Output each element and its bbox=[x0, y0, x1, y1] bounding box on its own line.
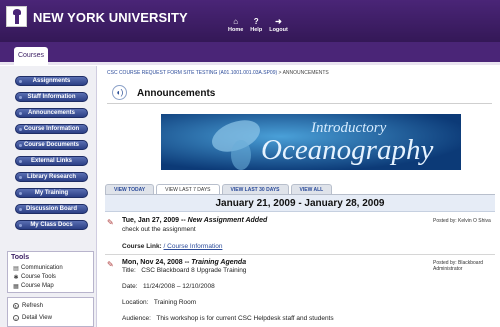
agenda-title-label: Title: bbox=[122, 267, 136, 274]
sea-creature-tail-graphic bbox=[231, 140, 251, 170]
tool-course-map[interactable]: ▦ Course Map bbox=[13, 283, 54, 290]
agenda-title-row: Title: CSC Blackboard 8 Upgrade Training bbox=[122, 267, 246, 274]
refresh-label: Refresh bbox=[22, 303, 44, 309]
tools-panel: Tools ▤ Communication ✱ Course Tools ▦ C… bbox=[7, 251, 94, 293]
announcement-title: New Assignment Added bbox=[187, 217, 268, 224]
announcement-item: ✎ Tue, Jan 27, 2009 -- New Assignment Ad… bbox=[105, 217, 495, 257]
tools-title: Tools bbox=[11, 254, 30, 261]
tool-course-tools[interactable]: ✱ Course Tools bbox=[13, 274, 56, 281]
home-label: Home bbox=[228, 27, 244, 33]
torch-icon bbox=[15, 10, 19, 24]
page-title-row: ◖) Announcements bbox=[107, 82, 492, 104]
agenda-date-label: Date: bbox=[122, 283, 138, 290]
agenda-audience-row: Audience: This workshop is for current C… bbox=[122, 315, 334, 322]
posted-by-line-2: Administrator bbox=[433, 266, 463, 272]
breadcrumb-separator: > bbox=[278, 70, 282, 76]
header-links: ⌂ Home ? Help ➜ Logout bbox=[228, 17, 288, 33]
nav-my-training-button[interactable]: My Training bbox=[15, 188, 88, 198]
item-divider bbox=[105, 254, 495, 255]
course-banner-image: Introductory Oceanography bbox=[161, 114, 461, 170]
agenda-date-row: Date: 11/24/2008 – 12/10/2008 bbox=[122, 283, 215, 290]
agenda-date-value: 11/24/2008 – 12/10/2008 bbox=[142, 283, 215, 290]
detail-view-icon: • bbox=[13, 315, 19, 321]
course-link-label: Course Link: bbox=[122, 243, 162, 250]
content-area: CSC COURSE REQUEST FORM SITE TESTING (A0… bbox=[98, 66, 500, 327]
posted-by: Posted by: Kelvin O Shiva bbox=[433, 218, 491, 224]
home-link[interactable]: ⌂ Home bbox=[228, 17, 243, 33]
posted-by: Posted by: Blackboard Administrator bbox=[433, 260, 483, 272]
course-tools-icon: ✱ bbox=[13, 274, 19, 281]
announcement-item: ✎ Mon, Nov 24, 2008 -- Training Agenda P… bbox=[105, 259, 495, 327]
nav-assignments-button[interactable]: Assignments bbox=[15, 76, 88, 86]
logout-link[interactable]: ➜ Logout bbox=[269, 17, 288, 33]
banner-line-2: Oceanography bbox=[261, 134, 434, 166]
nav-external-links-button[interactable]: External Links bbox=[15, 156, 88, 166]
nav-course-information-button[interactable]: Course Information bbox=[15, 124, 88, 134]
refresh-icon: ↻ bbox=[13, 303, 19, 309]
view-options-panel: ↻ Refresh • Detail View bbox=[7, 297, 94, 327]
page-title: Announcements bbox=[137, 88, 216, 99]
announcement-heading: Tue, Jan 27, 2009 -- New Assignment Adde… bbox=[122, 217, 267, 224]
nav-staff-information-button[interactable]: Staff Information bbox=[15, 92, 88, 102]
logout-icon: ➜ bbox=[275, 17, 282, 26]
tool-communication-label: Communication bbox=[21, 265, 63, 271]
course-link[interactable]: / Course Information bbox=[164, 243, 223, 250]
logout-label: Logout bbox=[269, 27, 288, 33]
agenda-location-value: Training Room bbox=[153, 299, 197, 306]
agenda-title-value: CSC Blackboard 8 Upgrade Training bbox=[141, 267, 247, 274]
tool-communication[interactable]: ▤ Communication bbox=[13, 265, 63, 272]
communication-icon: ▤ bbox=[13, 265, 19, 272]
agenda-location-label: Location: bbox=[122, 299, 149, 306]
detail-view-link[interactable]: • Detail View bbox=[13, 315, 52, 321]
refresh-link[interactable]: ↻ Refresh bbox=[13, 303, 43, 309]
detail-view-label: Detail View bbox=[22, 315, 52, 321]
tab-courses[interactable]: Courses bbox=[14, 47, 48, 65]
announcement-heading: Mon, Nov 24, 2008 -- Training Agenda bbox=[122, 259, 246, 266]
announcements-speaker-icon: ◖) bbox=[112, 85, 127, 100]
nyu-torch-logo[interactable] bbox=[6, 6, 27, 27]
nav-course-documents-button[interactable]: Course Documents bbox=[15, 140, 88, 150]
help-icon: ? bbox=[253, 17, 259, 26]
course-map-icon: ▦ bbox=[13, 283, 19, 290]
tool-course-map-label: Course Map bbox=[21, 283, 54, 289]
nav-announcements-button[interactable]: Announcements bbox=[15, 108, 88, 118]
date-range-header: January 21, 2009 - January 28, 2009 bbox=[105, 195, 495, 212]
agenda-location-row: Location: Training Room bbox=[122, 299, 196, 306]
announcement-title: Training Agenda bbox=[191, 259, 247, 266]
agenda-audience-value: This workshop is for current CSC Helpdes… bbox=[156, 315, 334, 322]
announcement-body: check out the assignment bbox=[122, 226, 196, 233]
tool-course-tools-label: Course Tools bbox=[21, 274, 56, 280]
tab-row: Courses bbox=[0, 42, 500, 65]
help-link[interactable]: ? Help bbox=[250, 17, 262, 33]
nav-my-class-docs-button[interactable]: My Class Docs bbox=[15, 220, 88, 230]
pushpin-icon: ✎ bbox=[107, 260, 114, 269]
agenda-audience-label: Audience: bbox=[122, 315, 151, 322]
course-link-row: Course Link: / Course Information bbox=[122, 243, 222, 250]
breadcrumb: CSC COURSE REQUEST FORM SITE TESTING (A0… bbox=[107, 70, 329, 76]
university-name: NEW YORK UNIVERSITY bbox=[33, 10, 188, 25]
breadcrumb-course-link[interactable]: CSC COURSE REQUEST FORM SITE TESTING (A0… bbox=[107, 70, 277, 76]
announcement-date: Tue, Jan 27, 2009 -- bbox=[122, 217, 186, 224]
pushpin-icon: ✎ bbox=[107, 218, 114, 227]
announcement-date: Mon, Nov 24, 2008 -- bbox=[122, 259, 190, 266]
help-label: Help bbox=[250, 27, 263, 33]
nav-discussion-board-button[interactable]: Discussion Board bbox=[15, 204, 88, 214]
nav-library-research-button[interactable]: Library Research bbox=[15, 172, 88, 182]
top-banner: NEW YORK UNIVERSITY ⌂ Home ? Help ➜ Logo… bbox=[0, 0, 500, 42]
home-icon: ⌂ bbox=[233, 17, 239, 26]
breadcrumb-current: ANNOUNCEMENTS bbox=[282, 70, 329, 76]
